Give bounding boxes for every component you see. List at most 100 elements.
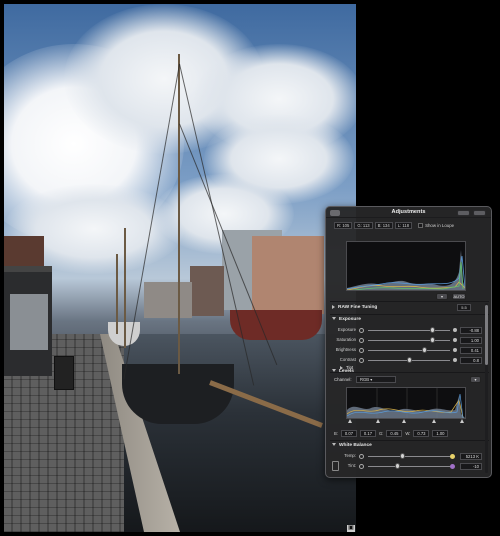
raw-fine-tuning-field[interactable]: 5.5 xyxy=(457,304,471,311)
histogram-options-button[interactable]: ▾ xyxy=(436,293,448,300)
mast xyxy=(116,254,118,334)
disclosure-triangle-icon[interactable] xyxy=(332,369,336,373)
black-point-handle[interactable] xyxy=(348,419,352,423)
presets-menu-button[interactable] xyxy=(473,210,486,216)
shadow-level-field[interactable]: 0.17 xyxy=(359,430,376,437)
channel-select[interactable]: RGB ▾ xyxy=(356,376,396,383)
exposure-value-field[interactable]: -0.88 xyxy=(460,326,482,334)
show-in-loupe-label: Show in Loupe xyxy=(425,223,455,228)
raw-fine-tuning-label: RAW Fine Tuning xyxy=(338,305,378,310)
exposure-slider-row: Exposure -0.88 xyxy=(332,326,489,334)
white-balance-label: White Balance xyxy=(339,443,372,448)
reset-icon[interactable] xyxy=(359,463,364,469)
stall-window xyxy=(10,294,48,350)
exposure-section[interactable]: Exposure xyxy=(332,315,482,324)
temp-slider[interactable] xyxy=(368,455,450,457)
reset-icon[interactable] xyxy=(359,357,364,363)
shadow-handle[interactable] xyxy=(376,419,380,423)
reset-icon[interactable] xyxy=(359,347,364,353)
brightness-value-field[interactable]: 0.41 xyxy=(460,346,482,354)
building xyxy=(144,282,192,318)
exposure-section-label: Exposure xyxy=(339,317,361,322)
tint-value-field[interactable]: -10 xyxy=(460,462,482,470)
temp-value-field[interactable]: 5213 K xyxy=(460,452,482,460)
highlight-level-field[interactable]: 0.73 xyxy=(413,430,430,437)
highlight-handle[interactable] xyxy=(432,419,436,423)
histogram-graph xyxy=(347,250,465,290)
gray-level-field[interactable]: 0.45 xyxy=(386,430,403,437)
red-boat xyxy=(230,310,322,340)
building xyxy=(190,266,224,316)
viewer-corner-icon[interactable]: ▣ xyxy=(347,525,355,532)
magenta-icon xyxy=(450,463,455,469)
levels-options-button[interactable]: ▾ xyxy=(470,376,481,383)
white-level-field[interactable]: 1.00 xyxy=(432,430,449,437)
slider-end-icon xyxy=(453,358,457,362)
exposure-slider[interactable] xyxy=(368,329,450,331)
slider-label: Temp: xyxy=(344,453,356,458)
divider xyxy=(330,301,489,302)
building xyxy=(252,236,324,314)
blue-readout: B: 134 xyxy=(374,222,393,229)
midtone-handle[interactable] xyxy=(402,419,406,423)
saturation-value-field[interactable]: 1.00 xyxy=(460,336,482,344)
levels-section-label: Levels xyxy=(339,369,354,374)
brightness-slider-row: Brightness 0.41 xyxy=(332,346,489,354)
black-level-field[interactable]: 0.07 xyxy=(340,430,357,437)
scrollbar-thumb[interactable] xyxy=(485,305,488,365)
hud-action-buttons xyxy=(457,210,486,216)
levels-handles xyxy=(346,419,466,425)
white-balance-section[interactable]: White Balance xyxy=(332,441,482,450)
disclosure-triangle-icon[interactable] xyxy=(332,304,335,309)
green-readout: G: 113 xyxy=(354,222,373,229)
slider-label: Brightness xyxy=(335,347,356,352)
auto-button[interactable]: AUTO xyxy=(452,293,466,300)
channel-row: Channel: RGB ▾ xyxy=(334,376,484,384)
temp-slider-row: Temp: 5213 K xyxy=(332,452,489,460)
disclosure-triangle-icon[interactable] xyxy=(332,443,336,447)
levels-histogram-graph xyxy=(347,388,465,418)
slider-label: Tint: xyxy=(347,463,356,468)
reset-icon[interactable] xyxy=(359,327,364,333)
gear-menu-button[interactable] xyxy=(457,210,470,216)
levels-histogram[interactable] xyxy=(346,387,466,419)
adjustments-hud[interactable]: Adjustments R: 105 G: 113 B: 134 L: 118 … xyxy=(325,206,492,478)
saturation-slider-row: Saturation 1.00 xyxy=(332,336,489,344)
white-point-handle[interactable] xyxy=(460,419,464,423)
saturation-slider[interactable] xyxy=(368,339,450,341)
warm-icon xyxy=(450,453,455,459)
slider-knob[interactable] xyxy=(430,327,435,333)
luminance-readout: L: 118 xyxy=(394,222,413,229)
trash-bin xyxy=(54,356,74,390)
slider-knob[interactable] xyxy=(400,453,405,459)
levels-label: B: xyxy=(334,431,338,436)
tint-slider-row: Tint: -10 xyxy=(332,462,489,470)
channel-value: RGB xyxy=(360,377,370,382)
slider-knob[interactable] xyxy=(422,347,427,353)
main-mast xyxy=(178,54,180,374)
slider-label: Saturation xyxy=(336,337,356,342)
channel-label: Channel: xyxy=(334,377,352,382)
slider-label: Exposure xyxy=(337,327,356,332)
slider-end-icon xyxy=(453,328,457,332)
slider-end-icon xyxy=(453,348,457,352)
show-in-loupe-checkbox[interactable] xyxy=(418,223,424,228)
reset-icon[interactable] xyxy=(359,337,364,343)
red-readout: R: 105 xyxy=(334,222,353,229)
levels-label: G: xyxy=(378,431,384,436)
histogram xyxy=(346,241,466,291)
mast xyxy=(124,228,126,348)
tint-slider[interactable] xyxy=(368,465,450,467)
slider-end-icon xyxy=(453,338,457,342)
levels-values-row: B: 0.07 0.17 G: 0.45 W: 0.73 1.00 xyxy=(334,429,486,438)
levels-label: W: xyxy=(405,431,411,436)
hud-scrollbar[interactable] xyxy=(485,303,488,473)
disclosure-triangle-icon[interactable] xyxy=(332,317,336,321)
reset-icon[interactable] xyxy=(359,453,364,459)
color-readout: R: 105 G: 113 B: 134 L: 118 Show in Loup… xyxy=(334,222,454,229)
brightness-slider[interactable] xyxy=(368,349,450,351)
slider-knob[interactable] xyxy=(430,337,435,343)
levels-section[interactable]: Levels xyxy=(332,367,482,376)
slider-knob[interactable] xyxy=(395,463,400,469)
photo-viewer[interactable] xyxy=(4,4,356,532)
